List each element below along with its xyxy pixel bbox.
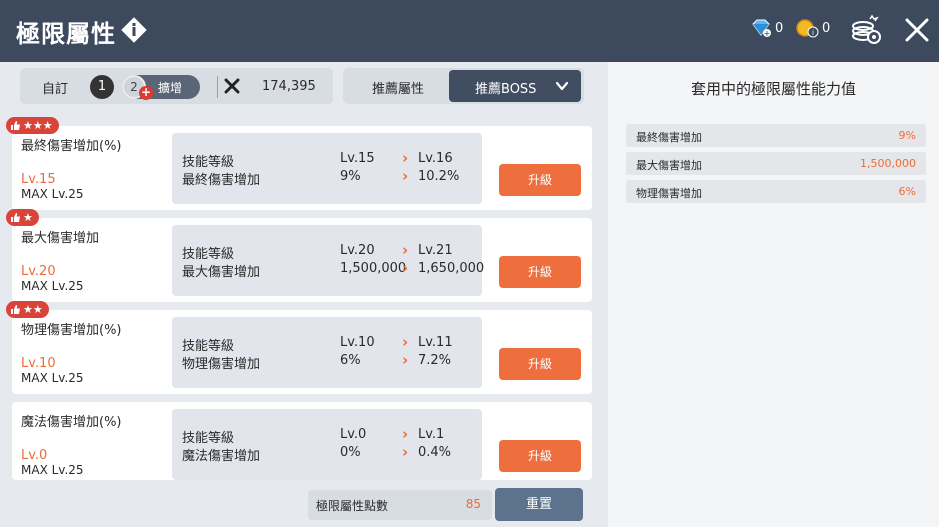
combat-power: 174,395	[262, 79, 316, 94]
upgrade-button[interactable]: 升級	[499, 164, 581, 196]
applied-stat-label: 最大傷害增加	[636, 159, 702, 172]
attribute-card: 魔法傷害增加(%) Lv.0 MAX Lv.25 技能等級 魔法傷害增加 Lv.…	[12, 402, 592, 480]
current-value: 6%	[340, 353, 361, 368]
attribute-level: Lv.10	[21, 356, 56, 371]
reset-button[interactable]: 重置	[495, 488, 583, 521]
arrow-right-icon: ›	[402, 167, 409, 185]
attribute-level: Lv.15	[21, 172, 56, 187]
coin-currency[interactable]: i 0	[795, 18, 830, 38]
thumbs-up-icon	[11, 121, 20, 130]
arrow-right-icon: ›	[402, 149, 409, 167]
applied-stat-label: 物理傷害增加	[636, 187, 702, 200]
arrow-right-icon: ›	[402, 259, 409, 277]
applied-stat-row: 最大傷害增加 1,500,000	[626, 152, 926, 175]
next-value: 1,650,000	[418, 261, 485, 276]
svg-text:i: i	[812, 29, 814, 37]
applied-stat-row: 物理傷害增加 6%	[626, 180, 926, 203]
gem-icon: +	[752, 19, 771, 38]
next-value: 7.2%	[418, 353, 452, 368]
applied-stats-title: 套用中的極限屬性能力值	[690, 80, 856, 98]
attribute-name: 最終傷害增加(%)	[21, 139, 122, 154]
current-level: Lv.0	[340, 427, 367, 442]
recommend-badge: ★	[6, 209, 39, 226]
recommend-badge: ★★★	[6, 117, 59, 134]
current-level: Lv.15	[340, 151, 375, 166]
recommend-selected: 推薦BOSS	[475, 82, 537, 97]
applied-stat-label: 最終傷害增加	[636, 131, 702, 144]
points-value: 85	[465, 497, 481, 511]
skill-level-label: 技能等級	[182, 247, 235, 262]
current-value: 1,500,000	[340, 261, 407, 276]
attribute-max-level: MAX Lv.25	[21, 371, 84, 385]
effect-label: 最大傷害增加	[182, 265, 261, 280]
current-level: Lv.10	[340, 335, 375, 350]
applied-stat-value: 1,500,000	[860, 157, 916, 170]
next-level: Lv.1	[418, 427, 445, 442]
level-preview: 技能等級 最大傷害增加 Lv.20 1,500,000 › › Lv.21 1,…	[172, 225, 485, 296]
level-preview: 技能等級 物理傷害增加 Lv.10 6% › › Lv.11 7.2%	[172, 317, 482, 388]
next-level: Lv.21	[418, 243, 453, 258]
recommend-badge: ★★	[6, 301, 49, 318]
upgrade-button[interactable]: 升級	[499, 348, 581, 380]
level-preview: 技能等級 最終傷害增加 Lv.15 9% › › Lv.16 10.2%	[172, 133, 482, 204]
gem-currency[interactable]: + 0	[750, 18, 783, 38]
attribute-name: 魔法傷害增加(%)	[21, 415, 122, 430]
applied-stat-value: 9%	[898, 129, 916, 142]
applied-stat-row: 最終傷害增加 9%	[626, 124, 926, 147]
stat-settings-icon[interactable]	[850, 14, 882, 46]
upgrade-button[interactable]: 升級	[499, 256, 581, 288]
upgrade-button[interactable]: 升級	[499, 440, 581, 472]
attribute-name: 物理傷害增加(%)	[21, 323, 122, 338]
expand-label: 擴增	[158, 81, 183, 95]
attribute-max-level: MAX Lv.25	[21, 279, 84, 293]
effect-label: 魔法傷害增加	[182, 449, 261, 464]
close-icon[interactable]	[904, 17, 930, 43]
next-level: Lv.11	[418, 335, 453, 350]
divider	[217, 76, 218, 98]
page-title: 極限屬性	[16, 20, 116, 48]
coin-count: 0	[822, 20, 831, 36]
chevron-down-icon	[555, 81, 569, 91]
arrow-right-icon: ›	[402, 241, 409, 259]
attribute-level: Lv.20	[21, 264, 56, 279]
current-value: 9%	[340, 169, 361, 184]
custom-label: 自訂	[42, 82, 69, 97]
recommend-label: 推薦屬性	[372, 82, 425, 97]
info-icon[interactable]	[121, 17, 147, 43]
skill-level-label: 技能等級	[182, 339, 235, 354]
gem-count: 0	[775, 20, 784, 36]
effect-label: 最終傷害增加	[182, 173, 261, 188]
applied-stat-value: 6%	[898, 185, 916, 198]
next-value: 10.2%	[418, 169, 460, 184]
attribute-card: 最終傷害增加(%) Lv.15 MAX Lv.25 技能等級 最終傷害增加 Lv…	[12, 126, 592, 210]
attribute-max-level: MAX Lv.25	[21, 187, 84, 201]
attribute-name: 最大傷害增加	[21, 231, 100, 246]
next-level: Lv.16	[418, 151, 453, 166]
coin-icon: i	[796, 19, 819, 38]
skill-level-label: 技能等級	[182, 155, 235, 170]
svg-text:+: +	[764, 29, 771, 38]
crossed-swords-icon	[224, 78, 240, 94]
current-level: Lv.20	[340, 243, 375, 258]
preset-slot-1[interactable]: 1	[90, 75, 114, 99]
level-preview: 技能等級 魔法傷害增加 Lv.0 0% › › Lv.1 0.4%	[172, 409, 482, 480]
current-value: 0%	[340, 445, 361, 460]
effect-label: 物理傷害增加	[182, 357, 261, 372]
attribute-card: 物理傷害增加(%) Lv.10 MAX Lv.25 技能等級 物理傷害增加 Lv…	[12, 310, 592, 394]
skill-level-label: 技能等級	[182, 431, 235, 446]
recommend-dropdown[interactable]: 推薦BOSS	[449, 70, 581, 102]
arrow-right-icon: ›	[402, 425, 409, 443]
points-label: 極限屬性點數	[316, 499, 389, 513]
arrow-right-icon: ›	[402, 443, 409, 461]
thumbs-up-icon	[11, 213, 20, 222]
add-icon: +	[139, 85, 153, 100]
next-value: 0.4%	[418, 445, 452, 460]
thumbs-up-icon	[11, 305, 20, 314]
arrow-right-icon: ›	[402, 351, 409, 369]
attribute-level: Lv.0	[21, 448, 48, 463]
arrow-right-icon: ›	[402, 333, 409, 351]
attribute-max-level: MAX Lv.25	[21, 463, 84, 477]
points-display: 極限屬性點數 85	[308, 490, 492, 520]
attribute-card: 最大傷害增加 Lv.20 MAX Lv.25 技能等級 最大傷害增加 Lv.20…	[12, 218, 592, 302]
